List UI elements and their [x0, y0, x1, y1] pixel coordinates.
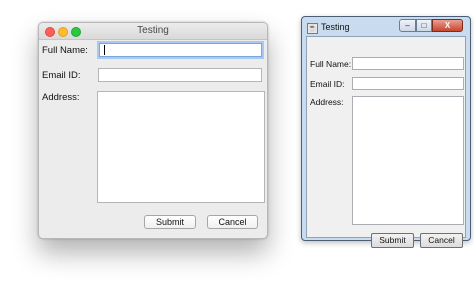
address-textarea[interactable]: [97, 91, 265, 203]
text-caret: [104, 45, 105, 55]
email-input[interactable]: [98, 68, 262, 82]
minimize-button[interactable]: –: [399, 19, 416, 32]
email-input[interactable]: [352, 77, 464, 90]
address-label: Address:: [42, 92, 80, 103]
win-testing-window: ☕ Testing – □ X Full Name: Email ID: Add…: [301, 16, 471, 248]
full-name-label: Full Name:: [42, 45, 88, 56]
window-title: Testing: [321, 22, 350, 32]
email-label: Email ID:: [42, 70, 81, 81]
mac-title-bar[interactable]: Testing: [39, 23, 267, 40]
address-label: Address:: [310, 97, 344, 107]
java-app-icon[interactable]: ☕: [307, 23, 318, 34]
close-button[interactable]: X: [432, 19, 463, 32]
cancel-button[interactable]: Cancel: [207, 215, 258, 229]
maximize-button[interactable]: □: [416, 19, 432, 32]
address-textarea[interactable]: [352, 96, 464, 225]
window-content: Full Name: Email ID: Address: Submit Can…: [306, 36, 466, 248]
full-name-label: Full Name:: [310, 59, 352, 69]
full-name-input[interactable]: [352, 57, 464, 70]
window-title: Testing: [137, 25, 169, 36]
mac-testing-window: Testing Full Name: Email ID: Address: Su…: [38, 22, 268, 239]
email-label: Email ID:: [310, 79, 345, 89]
full-name-input[interactable]: [99, 43, 262, 57]
submit-button[interactable]: Submit: [144, 215, 196, 229]
cancel-button[interactable]: Cancel: [420, 233, 463, 248]
submit-button[interactable]: Submit: [371, 233, 414, 248]
